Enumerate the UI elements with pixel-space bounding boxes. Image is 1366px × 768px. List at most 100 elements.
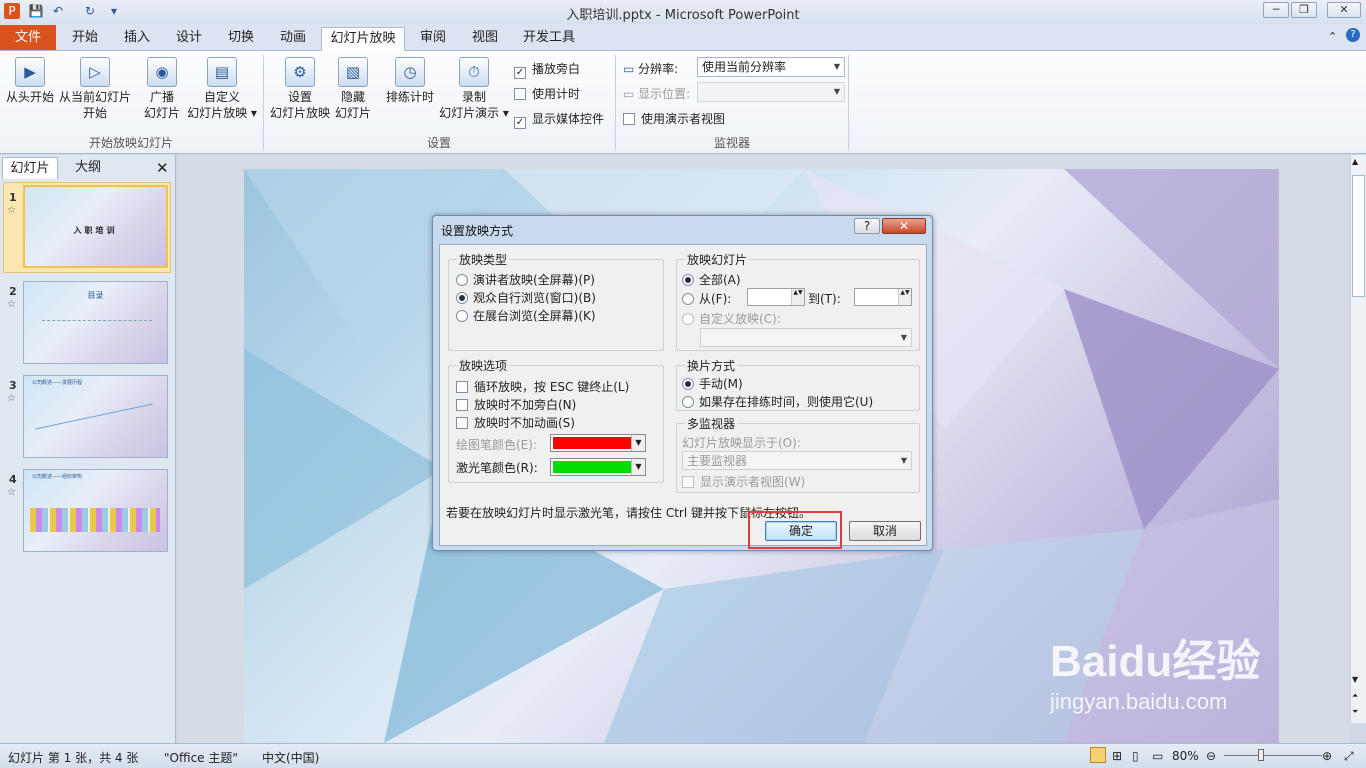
zoom-level[interactable]: 80% (1172, 749, 1199, 763)
minimize-ribbon-icon[interactable]: ⌃ (1328, 30, 1337, 43)
slide-thumbnail-3[interactable]: 公司概述——发展历程 (23, 375, 168, 458)
kiosk-mode-radio[interactable]: 在展台浏览(全屏幕)(K) (456, 307, 596, 324)
resolution-label-text: 分辨率: (638, 62, 679, 76)
hide-slide-label: 隐藏 (340, 90, 365, 104)
show-media-controls-label: 显示媒体控件 (532, 112, 605, 126)
loop-checkbox[interactable]: 循环放映，按 ESC 键终止(L) (456, 378, 629, 395)
use-timings-label: 如果存在排练时间，则使用它(U) (699, 395, 874, 409)
broadcast-button[interactable]: ◉ 广播 幻灯片 (140, 57, 184, 121)
pen-color-label: 绘图笔颜色(E): (456, 438, 537, 452)
play-current-icon: ▷ (80, 57, 110, 87)
play-narrations-checkbox[interactable]: ✓ 播放旁白 (514, 60, 580, 79)
radio-icon (456, 274, 468, 286)
monitor-dropdown[interactable]: 主要监视器 ▼ (682, 451, 912, 470)
slide-thumbnail-1[interactable]: 入职培训 (23, 185, 168, 268)
tab-animations[interactable]: 动画 (272, 27, 314, 51)
close-window-button[interactable]: ✕ (1327, 2, 1361, 18)
prev-slide-icon[interactable]: ⏶ (1352, 691, 1358, 701)
presenter-mode-radio[interactable]: 演讲者放映(全屏幕)(P) (456, 271, 595, 288)
zoom-slider-track[interactable] (1224, 755, 1322, 756)
zoom-slider-thumb[interactable] (1258, 749, 1264, 761)
tab-insert[interactable]: 插入 (116, 27, 158, 51)
rehearse-timings-button[interactable]: ◷ 排练计时 (384, 57, 436, 105)
laser-color-label: 激光笔颜色(R): (456, 461, 538, 475)
normal-view-icon[interactable] (1090, 747, 1106, 763)
zoom-out-icon[interactable]: ⊖ (1206, 749, 1216, 763)
tab-file[interactable]: 文件 (0, 25, 56, 50)
tab-outline[interactable]: 大纲 (60, 157, 116, 179)
tab-home[interactable]: 开始 (64, 27, 106, 51)
scroll-thumb[interactable] (1352, 175, 1365, 297)
tab-slideshow[interactable]: 幻灯片放映 (321, 27, 405, 52)
use-timings-radio[interactable]: 如果存在排练时间，则使用它(U) (682, 393, 873, 410)
to-spinner[interactable] (854, 288, 912, 306)
display-on-dropdown[interactable]: ▼ (697, 82, 845, 102)
presenter-view-dialog-checkbox[interactable]: 显示演示者视图(W) (682, 473, 805, 490)
custom-show-dropdown[interactable]: ▼ (700, 328, 912, 347)
dialog-body: 放映类型 演讲者放映(全屏幕)(P) 观众自行浏览(窗口)(B) 在展台浏览(全… (439, 244, 927, 549)
from-current-button[interactable]: ▷ 从当前幻灯片 开始 (58, 57, 132, 121)
setup-slideshow-button[interactable]: ⚙ 设置 幻灯片放映 (268, 57, 332, 121)
hide-slide-button[interactable]: ▧ 隐藏 幻灯片 (334, 57, 372, 121)
slide-thumbnail-4[interactable]: 公司概述——组织架构 (23, 469, 168, 552)
all-slides-radio[interactable]: 全部(A) (682, 271, 741, 288)
help-icon[interactable]: ? (1346, 28, 1360, 42)
next-slide-icon[interactable]: ⏷ (1352, 707, 1358, 717)
chevron-down-icon: ▼ (833, 62, 840, 71)
chevron-down-icon: ▼ (631, 459, 645, 475)
tab-view[interactable]: 视图 (464, 27, 506, 51)
zoom-in-icon[interactable]: ⊕ (1322, 749, 1332, 763)
laser-color-picker[interactable]: ▼ (550, 458, 646, 476)
vertical-scrollbar[interactable]: ▲ ▼ ⏶ ⏷ (1350, 155, 1366, 723)
radio-selected-icon (682, 274, 694, 286)
display-on-label: ▭ 显示位置: (623, 85, 690, 102)
record-slideshow-button[interactable]: ⏱ 录制 幻灯片演示 ▾ (438, 57, 510, 121)
ok-button[interactable]: 确定 (765, 521, 837, 541)
tab-design[interactable]: 设计 (168, 27, 210, 51)
group-label-start: 开始放映幻灯片 (88, 136, 173, 150)
minimize-button[interactable]: ─ (1263, 2, 1289, 18)
tab-developer[interactable]: 开发工具 (516, 27, 582, 51)
use-timings-label: 使用计时 (532, 87, 581, 101)
restore-button[interactable]: ❐ (1291, 2, 1317, 18)
scroll-up-icon[interactable]: ▲ (1352, 157, 1358, 166)
tab-transitions[interactable]: 切换 (220, 27, 262, 51)
resolution-label: ▭ 分辨率: (623, 60, 678, 77)
from-beginning-label: 从头开始 (5, 90, 54, 104)
reading-view-icon[interactable]: ▯ (1132, 749, 1139, 763)
from-spinner[interactable] (747, 288, 805, 306)
watermark-url: jingyan.baidu.com (1050, 689, 1228, 714)
group-divider (848, 55, 849, 151)
custom-show-radio[interactable]: 自定义放映(C): (682, 310, 781, 327)
tab-review[interactable]: 审阅 (412, 27, 454, 51)
scroll-down-icon[interactable]: ▼ (1352, 675, 1358, 684)
radio-selected-icon (682, 378, 694, 390)
fit-to-window-icon[interactable]: ⤢ (1344, 749, 1354, 764)
no-narration-checkbox[interactable]: 放映时不加旁白(N) (456, 396, 576, 413)
from-current-label-2: 开始 (82, 106, 107, 120)
language[interactable]: 中文(中国) (262, 749, 319, 766)
tab-slides[interactable]: 幻灯片 (2, 157, 58, 179)
presenter-view-checkbox[interactable]: 使用演示者视图 (623, 110, 725, 127)
slideshow-view-icon[interactable]: ▭ (1152, 749, 1163, 763)
manual-radio[interactable]: 手动(M) (682, 375, 743, 392)
help-button[interactable]: ? (854, 218, 880, 234)
setup-label-2: 幻灯片放映 (269, 106, 330, 120)
cancel-button[interactable]: 取消 (849, 521, 921, 541)
custom-slideshow-button[interactable]: ▤ 自定义 幻灯片放映 ▾ (186, 57, 258, 121)
close-pane-icon[interactable]: ✕ (156, 159, 169, 177)
slide-thumbnail-2[interactable]: 目录 (23, 281, 168, 364)
show-slides-legend: 放映幻灯片 (685, 251, 750, 268)
from-radio[interactable]: 从(F): (682, 290, 731, 307)
browsed-window-radio[interactable]: 观众自行浏览(窗口)(B) (456, 289, 596, 306)
slide-sorter-icon[interactable]: ⊞ (1112, 749, 1122, 763)
pen-color-picker[interactable]: ▼ (550, 434, 646, 452)
close-dialog-button[interactable]: ✕ (882, 218, 926, 234)
show-media-controls-checkbox[interactable]: ✓ 显示媒体控件 (514, 110, 604, 129)
pen-color-swatch (553, 437, 633, 449)
from-beginning-button[interactable]: ▶ 从头开始 (4, 57, 56, 105)
theme-name[interactable]: "Office 主题" (164, 749, 238, 766)
use-timings-checkbox[interactable]: 使用计时 (514, 85, 580, 102)
resolution-dropdown[interactable]: 使用当前分辨率 ▼ (697, 57, 845, 77)
no-animation-checkbox[interactable]: 放映时不加动画(S) (456, 414, 575, 431)
